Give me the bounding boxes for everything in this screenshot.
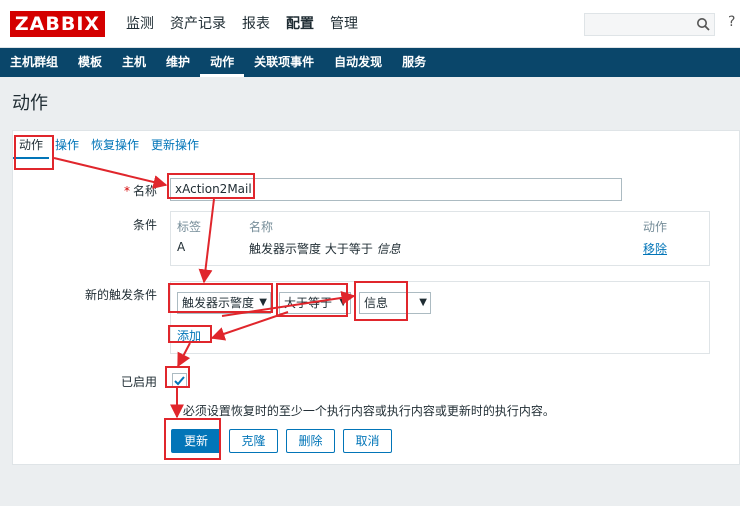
page-title: 动作 <box>12 93 48 114</box>
nav-administration[interactable]: 管理 <box>322 0 366 48</box>
nav-reports[interactable]: 报表 <box>234 0 278 48</box>
help-icon[interactable]: ? <box>728 14 740 34</box>
name-label: * 名称 <box>123 184 157 198</box>
tab-update-operations[interactable]: 更新操作 <box>145 131 205 159</box>
conditions-label: 条件 <box>132 218 157 232</box>
subnav-actions[interactable]: 动作 <box>200 48 245 77</box>
conditions-header-name: 名称 <box>249 220 274 234</box>
subnav-discovery[interactable]: 自动发现 <box>324 48 392 77</box>
enabled-checkbox[interactable] <box>172 373 187 388</box>
name-input[interactable]: xAction2Mail <box>170 178 622 201</box>
nav-inventory[interactable]: 资产记录 <box>162 0 234 48</box>
condition-type-select[interactable]: 触发器示警度 ▼ <box>177 292 271 314</box>
required-mark: * <box>123 184 130 198</box>
subnav-hosts[interactable]: 主机 <box>112 48 156 77</box>
sub-nav: 主机群组 模板 主机 维护 动作 关联项事件 自动发现 服务 <box>0 48 740 77</box>
subnav-templates[interactable]: 模板 <box>68 48 112 77</box>
nav-configuration[interactable]: 配置 <box>278 0 322 48</box>
chevron-down-icon: ▼ <box>339 297 347 308</box>
condition-remove-link[interactable]: 移除 <box>643 240 667 257</box>
subnav-maintenance[interactable]: 维护 <box>156 48 200 77</box>
subnav-host-groups[interactable]: 主机群组 <box>0 48 68 77</box>
condition-row-name: 触发器示警度 大于等于 信息 <box>249 242 401 256</box>
clone-button[interactable]: 克隆 <box>229 429 278 453</box>
condition-value-select[interactable]: 信息 ▼ <box>359 292 431 314</box>
conditions-header-label: 标签 <box>177 220 202 234</box>
top-bar: ZABBIX 监测 资产记录 报表 配置 管理 ? <box>0 0 740 48</box>
tab-action[interactable]: 动作 <box>13 131 50 159</box>
condition-operator-select[interactable]: 大于等于 ▼ <box>279 292 351 314</box>
update-button[interactable]: 更新 <box>171 429 221 453</box>
delete-button[interactable]: 删除 <box>286 429 335 453</box>
new-condition-box: 触发器示警度 ▼ 大于等于 ▼ 信息 ▼ 添加 <box>170 281 710 354</box>
tab-operations[interactable]: 操作 <box>49 131 85 159</box>
condition-row-label: A <box>177 240 186 254</box>
action-form-panel: 动作 操作 恢复操作 更新操作 * 名称 xAction2Mail 条件 标签 名… <box>12 130 740 465</box>
chevron-down-icon: ▼ <box>259 297 267 308</box>
main-nav: 监测 资产记录 报表 配置 管理 <box>118 0 366 48</box>
enabled-label: 已启用 <box>120 375 157 389</box>
zabbix-logo[interactable]: ZABBIX <box>10 11 105 37</box>
subnav-event-correlation[interactable]: 关联项事件 <box>244 48 324 77</box>
requirement-note: * 必须设置恢复时的至少一个执行内容或执行内容或更新时的执行内容。 <box>173 404 555 418</box>
tab-recovery-operations[interactable]: 恢复操作 <box>85 131 145 159</box>
search-icon[interactable] <box>696 17 710 31</box>
conditions-table: 标签 名称 动作 A 触发器示警度 大于等于 信息 移除 <box>170 211 710 266</box>
chevron-down-icon: ▼ <box>419 297 427 308</box>
subnav-services[interactable]: 服务 <box>392 48 436 77</box>
checkmark-icon <box>174 376 185 386</box>
new-condition-label: 新的触发条件 <box>84 288 157 302</box>
search-input[interactable] <box>584 13 715 36</box>
nav-monitoring[interactable]: 监测 <box>118 0 162 48</box>
form-tabs: 动作 操作 恢复操作 更新操作 <box>13 131 205 159</box>
add-condition-link[interactable]: 添加 <box>177 327 201 344</box>
cancel-button[interactable]: 取消 <box>343 429 392 453</box>
conditions-header-action: 动作 <box>643 220 668 234</box>
